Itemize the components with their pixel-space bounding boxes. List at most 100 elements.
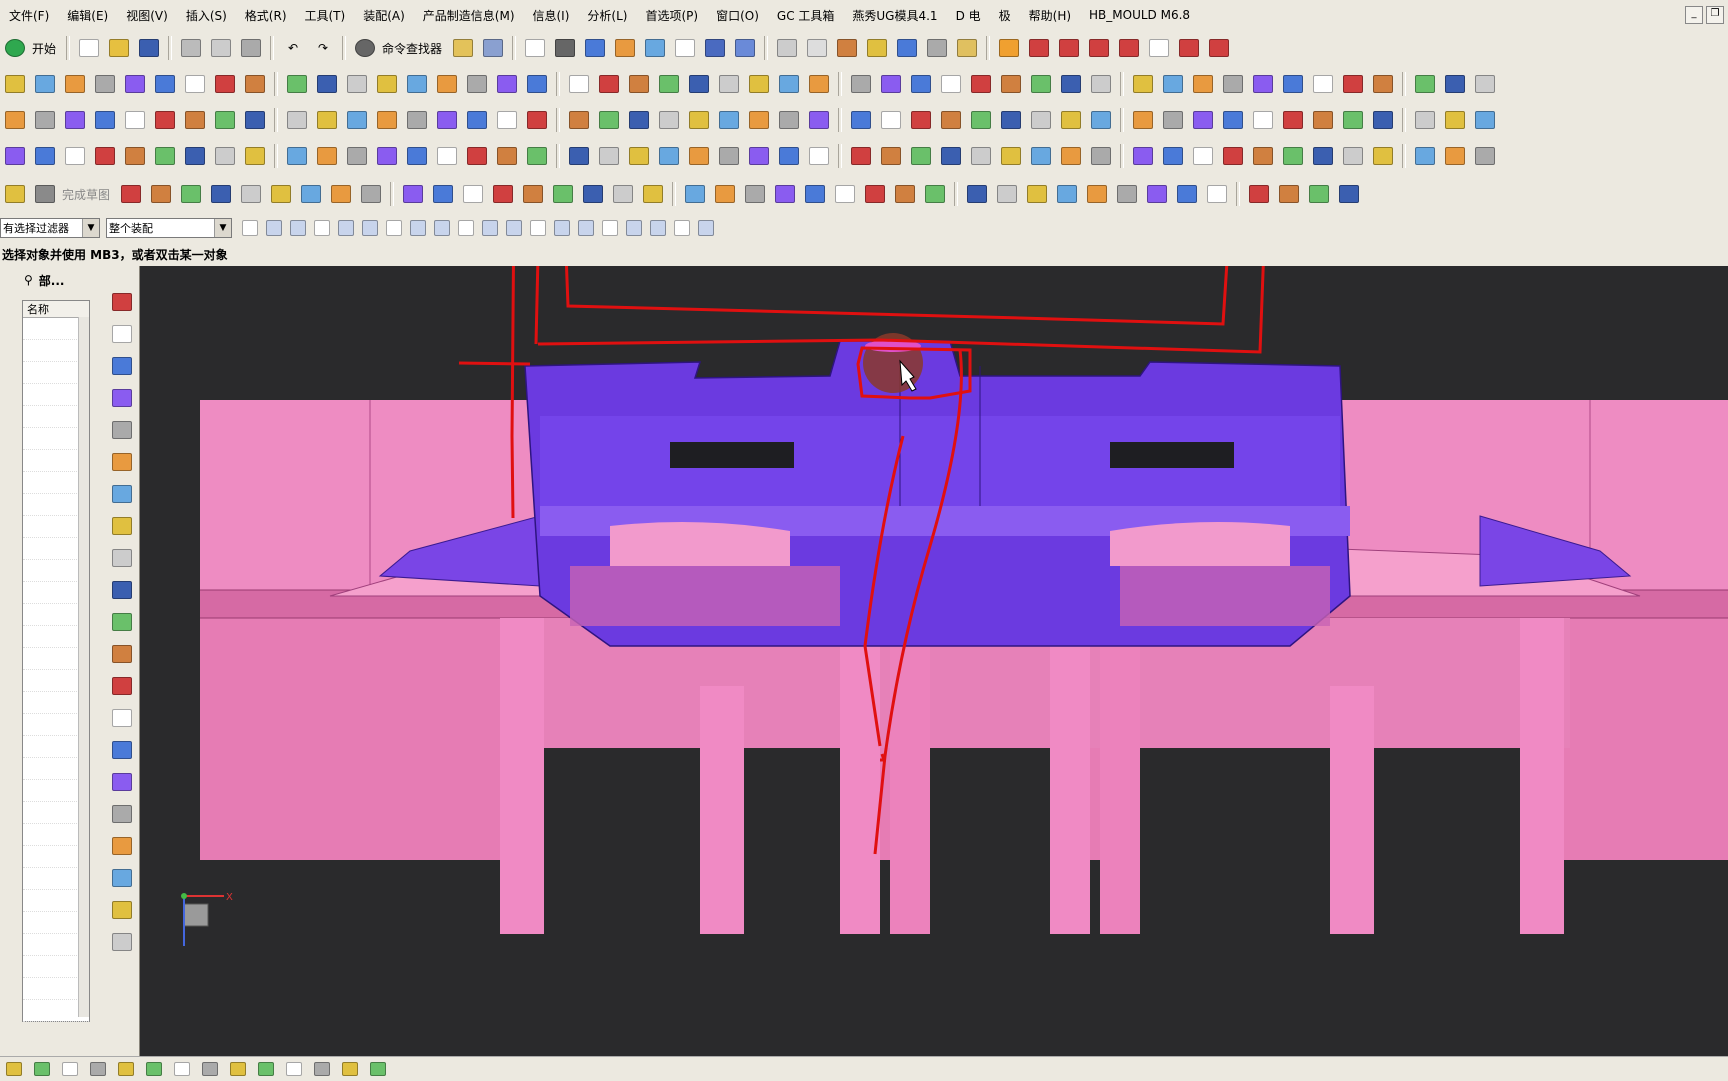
open-folder-icon[interactable] [107, 36, 131, 60]
tool-icon[interactable] [807, 144, 831, 168]
menu-item[interactable]: 产品制造信息(M) [414, 7, 524, 24]
tool-icon[interactable] [879, 144, 903, 168]
tool-icon[interactable] [969, 108, 993, 132]
shaded-view-icon[interactable] [553, 36, 577, 60]
tool-icon[interactable] [213, 144, 237, 168]
resource-tool-icon[interactable] [110, 930, 134, 954]
resource-tool-icon[interactable] [110, 514, 134, 538]
restore-icon[interactable]: ❐ [1706, 6, 1724, 24]
bottom-tool-icon[interactable] [339, 1057, 361, 1081]
tool-icon[interactable] [803, 182, 827, 206]
tool-icon[interactable] [183, 144, 207, 168]
tool-icon[interactable] [3, 144, 27, 168]
tool-icon[interactable] [1311, 108, 1335, 132]
tool-icon[interactable] [747, 144, 771, 168]
tool-icon[interactable] [243, 72, 267, 96]
tool-icon[interactable] [773, 182, 797, 206]
menu-item[interactable]: GC 工具箱 [768, 7, 844, 24]
resource-tool-icon[interactable] [110, 770, 134, 794]
bottom-tool-icon[interactable] [3, 1057, 25, 1081]
cut-icon[interactable] [179, 36, 203, 60]
tool-icon[interactable] [849, 108, 873, 132]
tool-icon[interactable] [375, 108, 399, 132]
menu-item[interactable]: 视图(V) [117, 7, 177, 24]
minimize-icon[interactable]: _ [1685, 6, 1703, 24]
tool-icon[interactable] [1055, 182, 1079, 206]
tool-icon[interactable] [1251, 72, 1275, 96]
measure-icon[interactable] [955, 36, 979, 60]
resource-tool-icon[interactable] [110, 578, 134, 602]
tool-icon[interactable] [923, 182, 947, 206]
tool-icon[interactable] [879, 72, 903, 96]
column-header-name[interactable]: 名称 [23, 301, 89, 318]
tool-icon[interactable] [1371, 72, 1395, 96]
tool-icon[interactable] [849, 72, 873, 96]
tool-icon[interactable] [63, 108, 87, 132]
tool-icon[interactable] [895, 36, 919, 60]
tool-icon[interactable] [777, 108, 801, 132]
tool-icon[interactable] [909, 72, 933, 96]
tool-icon[interactable] [1117, 36, 1141, 60]
tool-icon[interactable] [777, 144, 801, 168]
tool-icon[interactable] [1281, 144, 1305, 168]
tool-icon[interactable] [1145, 182, 1169, 206]
tool-icon[interactable] [627, 108, 651, 132]
bottom-tool-icon[interactable] [255, 1057, 277, 1081]
resource-tool-icon[interactable] [110, 482, 134, 506]
resource-tool-icon[interactable] [110, 290, 134, 314]
tool-icon[interactable] [999, 72, 1023, 96]
snap-point-icon[interactable] [672, 216, 692, 240]
tool-icon[interactable] [123, 108, 147, 132]
tool-icon[interactable] [123, 144, 147, 168]
tool-icon[interactable] [717, 144, 741, 168]
resource-tool-icon[interactable] [110, 546, 134, 570]
tool-icon[interactable] [1161, 108, 1185, 132]
tool-icon[interactable] [1247, 182, 1271, 206]
tool-icon[interactable] [1115, 182, 1139, 206]
bottom-tool-icon[interactable] [59, 1057, 81, 1081]
tool-icon[interactable] [1371, 108, 1395, 132]
tool-icon[interactable] [1221, 144, 1245, 168]
tool-icon[interactable] [777, 72, 801, 96]
resource-tool-icon[interactable] [110, 674, 134, 698]
tool-icon[interactable] [1131, 108, 1155, 132]
snap-point-icon[interactable] [384, 216, 404, 240]
tool-icon[interactable] [657, 108, 681, 132]
menu-item[interactable]: 文件(F) [0, 7, 58, 24]
tool-icon[interactable] [1059, 144, 1083, 168]
tool-icon[interactable] [733, 36, 757, 60]
tool-icon[interactable] [613, 36, 637, 60]
tool-icon[interactable] [1473, 108, 1497, 132]
tool-icon[interactable] [703, 36, 727, 60]
tool-icon[interactable] [863, 182, 887, 206]
redo-icon[interactable]: ↷ [311, 36, 335, 60]
tool-icon[interactable] [1025, 182, 1049, 206]
tool-icon[interactable] [3, 108, 27, 132]
pin-icon[interactable]: ⚲ [24, 273, 33, 287]
tool-icon[interactable] [611, 182, 635, 206]
tool-icon[interactable] [1341, 108, 1365, 132]
menu-item[interactable]: D 电 [947, 7, 990, 24]
tool-icon[interactable] [1205, 182, 1229, 206]
menu-item[interactable]: 首选项(P) [636, 7, 707, 24]
tool-icon[interactable] [1161, 72, 1185, 96]
tool-icon[interactable] [805, 36, 829, 60]
tool-icon[interactable] [1089, 72, 1113, 96]
menu-item[interactable]: 燕秀UG模具4.1 [843, 7, 946, 24]
tool-icon[interactable] [893, 182, 917, 206]
tool-icon[interactable] [461, 182, 485, 206]
tool-icon[interactable] [687, 144, 711, 168]
tool-icon[interactable] [495, 144, 519, 168]
tool-icon[interactable] [213, 72, 237, 96]
resource-tool-icon[interactable] [110, 610, 134, 634]
tool-icon[interactable] [909, 144, 933, 168]
snap-point-icon[interactable] [240, 216, 260, 240]
tool-icon[interactable] [1175, 182, 1199, 206]
tool-icon[interactable] [1207, 36, 1231, 60]
menu-item[interactable]: 窗口(O) [707, 7, 768, 24]
tool-icon[interactable] [1191, 72, 1215, 96]
tool-icon[interactable] [375, 144, 399, 168]
tool-icon[interactable] [673, 36, 697, 60]
tool-icon[interactable] [243, 108, 267, 132]
tool-icon[interactable] [285, 72, 309, 96]
